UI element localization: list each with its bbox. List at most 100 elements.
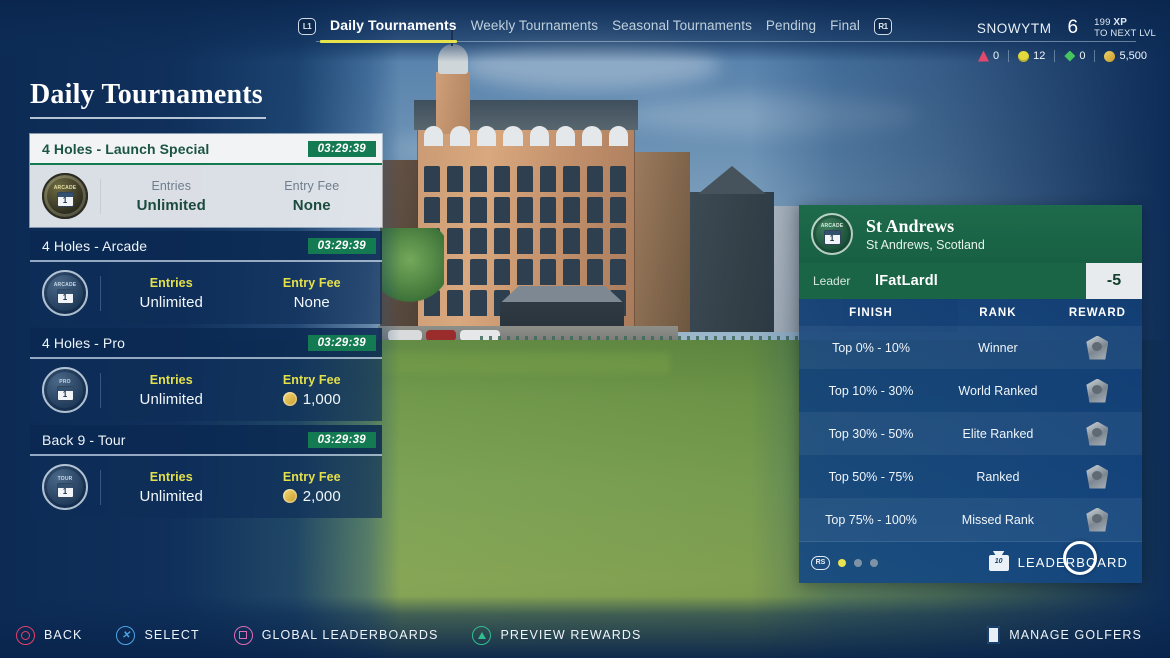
table-row: Top 10% - 30% World Ranked — [799, 369, 1142, 412]
leader-row: Leader lFatLardl -5 — [799, 263, 1142, 299]
entry-fee-label: Entry Fee — [284, 178, 340, 193]
page-dot[interactable] — [870, 558, 878, 567]
gold-coin-icon — [282, 489, 297, 503]
page-dot-active[interactable] — [838, 558, 846, 567]
course-rewards-panel: ARCADE 1 St Andrews St Andrews, Scotland… — [799, 205, 1142, 583]
row-finish: Top 50% - 75% — [828, 469, 914, 484]
tier-badge-icon: ARCADE 1 — [42, 270, 88, 316]
action-label: BACK — [44, 628, 83, 642]
calendar-icon: 1 — [56, 385, 74, 401]
tournament-name: 4 Holes - Pro — [42, 334, 125, 351]
action-manage-golfers[interactable]: MANAGE GOLFERS — [987, 626, 1142, 644]
gold-coin-icon — [1104, 50, 1116, 62]
user-profile-summary: SNOWYTM 6 199 XP TO NEXT LVL — [977, 17, 1156, 39]
action-preview-rewards[interactable]: PREVIEW REWARDS — [472, 625, 641, 645]
entries-value: Unlimited — [136, 196, 206, 214]
rewards-table-body: Top 0% - 10% Winner Top 10% - 30% World … — [799, 326, 1142, 541]
action-select[interactable]: ✕ SELECT — [116, 625, 199, 645]
tournament-stats: Entries Unlimited Entry Fee 2,000 — [100, 469, 383, 505]
entry-fee-stat: Entry Fee 2,000 — [242, 470, 383, 505]
row-reward — [1053, 464, 1142, 489]
action-label: MANAGE GOLFERS — [1009, 628, 1142, 642]
silver-medal-icon — [1086, 421, 1109, 446]
currency-bar: 0 12 0 5,500 — [969, 50, 1156, 62]
row-rank: Winner — [978, 340, 1018, 355]
tab-pending[interactable]: Pending — [766, 18, 816, 36]
tournament-card-arcade[interactable]: 4 Holes - Arcade 03:29:39 ARCADE 1 Entri… — [30, 231, 382, 324]
currency-value: 0 — [992, 50, 1000, 62]
hotel-tower — [436, 28, 470, 134]
action-back[interactable]: BACK — [16, 625, 83, 645]
row-reward — [1053, 421, 1142, 446]
row-rank: World Ranked — [958, 383, 1038, 398]
r1-bumper-icon[interactable]: R1 — [873, 18, 892, 35]
tournament-card-header: 4 Holes - Arcade 03:29:39 — [30, 231, 382, 260]
tab-final[interactable]: Final — [830, 18, 860, 36]
tier-label: TOUR — [57, 475, 73, 482]
entry-fee-stat: Entry Fee 1,000 — [242, 373, 383, 408]
page-dot[interactable] — [854, 558, 862, 567]
tournament-timer: 03:29:39 — [307, 334, 376, 351]
rewards-table-header: FINISH RANK REWARD — [799, 299, 1142, 326]
tournament-name: 4 Holes - Launch Special — [42, 140, 210, 157]
xp-amount: 199 — [1094, 17, 1111, 28]
tier-label: ARCADE — [820, 222, 844, 229]
row-reward — [1053, 507, 1142, 532]
yellow-ball-icon — [1018, 50, 1030, 62]
tournament-card-body: TOUR 1 Entries Unlimited Entry Fee 2,000 — [30, 456, 382, 518]
l1-bumper-icon[interactable]: L1 — [298, 18, 316, 35]
silver-medal-icon — [1086, 507, 1109, 532]
row-finish: Top 10% - 30% — [828, 383, 914, 398]
leader-score-badge: -5 — [1086, 263, 1142, 299]
action-label: GLOBAL LEADERBOARDS — [261, 628, 439, 642]
tab-daily-tournaments[interactable]: Daily Tournaments — [330, 17, 457, 36]
tab-list: L1 Daily Tournaments Weekly Tournaments … — [298, 17, 892, 36]
calendar-icon: 1 — [56, 191, 74, 207]
triangle-button-icon — [472, 625, 492, 645]
tournament-card-body: ARCADE 1 Entries Unlimited Entry Fee Non… — [30, 262, 382, 324]
tournament-card-launch-special[interactable]: 4 Holes - Launch Special 03:29:39 ARCADE… — [30, 134, 382, 227]
tournament-timer: 03:29:39 — [307, 237, 376, 254]
page-title-text: Daily Tournaments — [30, 79, 263, 110]
tournament-name: 4 Holes - Arcade — [42, 237, 148, 254]
tournament-timer: 03:29:39 — [307, 431, 376, 448]
bottom-action-bar: BACK ✕ SELECT GLOBAL LEADERBOARDS PREVIE… — [0, 612, 1170, 658]
calendar-day: 1 — [829, 233, 835, 243]
rs-stick-icon[interactable]: RS — [811, 555, 830, 570]
tier-badge-icon: TOUR 1 — [42, 464, 88, 510]
tournament-card-body: PRO 1 Entries Unlimited Entry Fee 1,000 — [30, 359, 382, 421]
tournament-card-back9-tour[interactable]: Back 9 - Tour 03:29:39 TOUR 1 Entries Un… — [30, 425, 382, 518]
entries-label: Entries — [149, 275, 193, 290]
hotel-wing-right — [634, 152, 690, 332]
currency-item-green-gem: 0 — [1054, 50, 1094, 62]
column-header-rank: RANK — [979, 307, 1017, 319]
course-location: St Andrews, Scotland — [866, 237, 985, 252]
silver-medal-icon — [1086, 335, 1109, 360]
entry-fee-stat: Entry Fee None — [242, 179, 383, 214]
calendar-icon: 1 — [56, 482, 74, 498]
tournament-card-pro[interactable]: 4 Holes - Pro 03:29:39 PRO 1 Entries Unl… — [30, 328, 382, 421]
tab-weekly-tournaments[interactable]: Weekly Tournaments — [471, 18, 598, 36]
silver-medal-icon — [1086, 378, 1109, 403]
row-rank: Elite Ranked — [962, 426, 1034, 441]
tier-label: ARCADE — [53, 184, 77, 191]
tab-seasonal-tournaments[interactable]: Seasonal Tournaments — [612, 18, 752, 36]
podium-icon — [988, 554, 1009, 571]
course-name: St Andrews — [866, 216, 955, 237]
currency-item-gold-coin: 5,500 — [1094, 50, 1156, 62]
row-finish: Top 30% - 50% — [828, 426, 914, 441]
table-row: Top 0% - 10% Winner — [799, 326, 1142, 369]
entries-label: Entries — [149, 372, 193, 387]
entry-fee-label: Entry Fee — [282, 469, 341, 484]
entry-fee-value: None — [293, 293, 330, 311]
leaderboard-button[interactable]: LEADERBOARD — [988, 554, 1128, 571]
square-button-icon — [233, 625, 253, 645]
column-header-finish: FINISH — [849, 307, 893, 319]
entries-value: Unlimited — [139, 487, 203, 505]
action-global-leaderboards[interactable]: GLOBAL LEADERBOARDS — [233, 625, 439, 645]
leader-name: lFatLardl — [875, 273, 939, 289]
xp-amount-row: 199 XP — [1094, 17, 1156, 29]
calendar-day: 1 — [62, 292, 68, 302]
row-reward — [1053, 335, 1142, 360]
player-level: 6 — [1067, 17, 1079, 39]
